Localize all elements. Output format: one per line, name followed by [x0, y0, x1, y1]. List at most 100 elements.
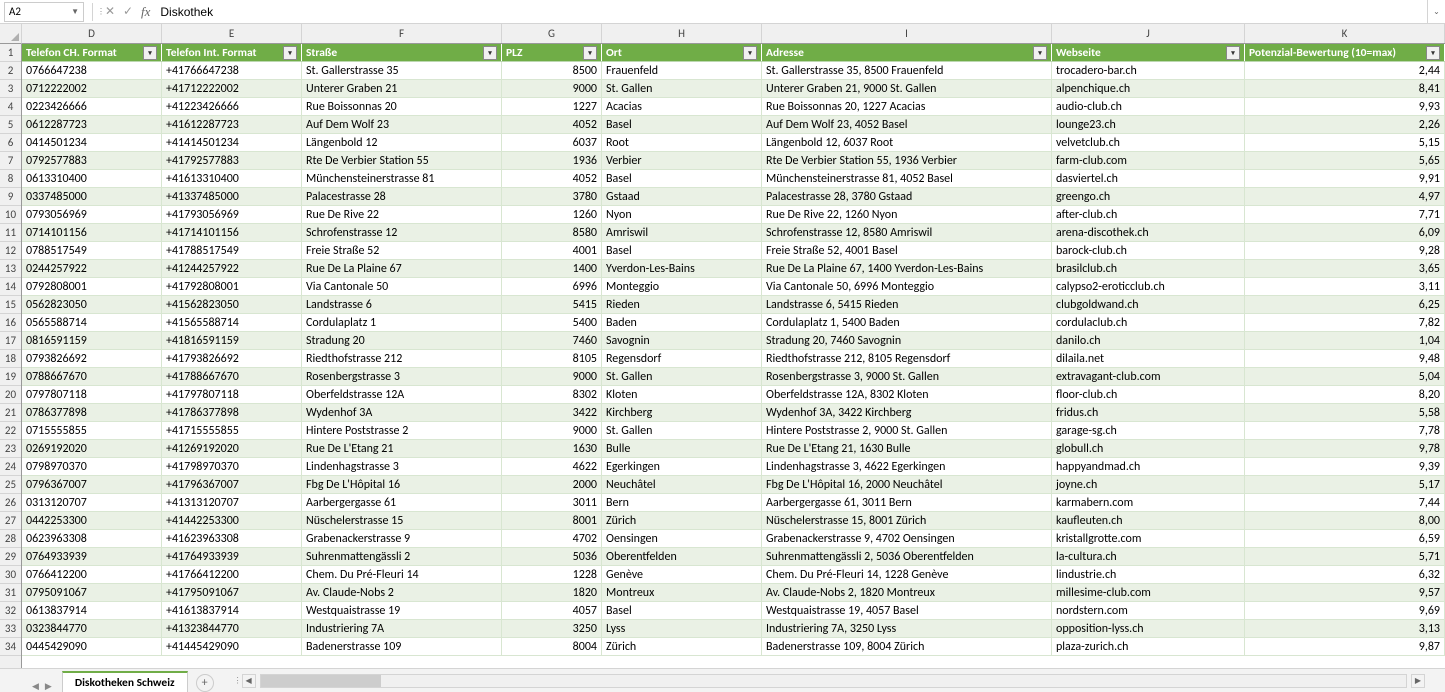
- cell[interactable]: St. Gallerstrasse 35, 8500 Frauenfeld: [762, 62, 1052, 79]
- filter-dropdown-icon[interactable]: ▾: [1426, 46, 1440, 60]
- cell[interactable]: garage-sg.ch: [1052, 422, 1245, 439]
- cell[interactable]: +41414501234: [162, 134, 302, 151]
- cell[interactable]: 9,57: [1245, 584, 1445, 601]
- cell[interactable]: Frauenfeld: [602, 62, 762, 79]
- cell[interactable]: 9,28: [1245, 242, 1445, 259]
- cell[interactable]: globull.ch: [1052, 440, 1245, 457]
- table-header-cell[interactable]: Webseite▾: [1052, 44, 1245, 61]
- cell[interactable]: 8,20: [1245, 386, 1445, 403]
- select-all-corner[interactable]: [0, 24, 22, 44]
- cell[interactable]: +41715555855: [162, 422, 302, 439]
- cell[interactable]: St. Gallen: [602, 80, 762, 97]
- cell[interactable]: 5,15: [1245, 134, 1445, 151]
- cell[interactable]: +41816591159: [162, 332, 302, 349]
- cell[interactable]: +41269192020: [162, 440, 302, 457]
- cell[interactable]: Industriering 7A, 3250 Lyss: [762, 620, 1052, 637]
- filter-dropdown-icon[interactable]: ▾: [283, 46, 297, 60]
- cell[interactable]: 0764933939: [22, 548, 162, 565]
- cell[interactable]: Oberfeldstrasse 12A, 8302 Kloten: [762, 386, 1052, 403]
- filter-dropdown-icon[interactable]: ▾: [1033, 46, 1047, 60]
- cell[interactable]: Rosenbergstrasse 3: [302, 368, 502, 385]
- cell[interactable]: trocadero-bar.ch: [1052, 62, 1245, 79]
- cell[interactable]: Kloten: [602, 386, 762, 403]
- cell[interactable]: Schrofenstrasse 12, 8580 Amriswil: [762, 224, 1052, 241]
- cell[interactable]: extravagant-club.com: [1052, 368, 1245, 385]
- cell[interactable]: 8,00: [1245, 512, 1445, 529]
- cell[interactable]: Freie Straße 52, 4001 Basel: [762, 242, 1052, 259]
- cell[interactable]: 1227: [502, 98, 602, 115]
- cell[interactable]: 0562823050: [22, 296, 162, 313]
- cell[interactable]: 0445429090: [22, 638, 162, 655]
- cell[interactable]: Rue De L'Etang 21: [302, 440, 502, 457]
- fx-icon[interactable]: fx: [141, 4, 150, 20]
- row-header[interactable]: 8: [0, 170, 21, 188]
- cell[interactable]: 0313120707: [22, 494, 162, 511]
- cell[interactable]: 1260: [502, 206, 602, 223]
- cell[interactable]: Westquaistrasse 19, 4057 Basel: [762, 602, 1052, 619]
- cell[interactable]: Riedthofstrasse 212, 8105 Regensdorf: [762, 350, 1052, 367]
- filter-dropdown-icon[interactable]: ▾: [483, 46, 497, 60]
- cell[interactable]: Chem. Du Pré-Fleuri 14, 1228 Genève: [762, 566, 1052, 583]
- name-box[interactable]: A2 ▼: [4, 2, 84, 22]
- cell[interactable]: 0796367007: [22, 476, 162, 493]
- cell[interactable]: +41565588714: [162, 314, 302, 331]
- cell[interactable]: +41714101156: [162, 224, 302, 241]
- cell[interactable]: Rue De Rive 22: [302, 206, 502, 223]
- cell[interactable]: 1,04: [1245, 332, 1445, 349]
- cell[interactable]: +41798970370: [162, 458, 302, 475]
- cell[interactable]: Auf Dem Wolf 23, 4052 Basel: [762, 116, 1052, 133]
- cell[interactable]: Nyon: [602, 206, 762, 223]
- column-header[interactable]: K: [1245, 24, 1445, 43]
- cell[interactable]: +41797807118: [162, 386, 302, 403]
- cell[interactable]: nordstern.com: [1052, 602, 1245, 619]
- cell[interactable]: 4001: [502, 242, 602, 259]
- cell[interactable]: +41223426666: [162, 98, 302, 115]
- cell[interactable]: dilaila.net: [1052, 350, 1245, 367]
- row-header[interactable]: 16: [0, 314, 21, 332]
- cell[interactable]: Nüschelerstrasse 15, 8001 Zürich: [762, 512, 1052, 529]
- row-header[interactable]: 33: [0, 620, 21, 638]
- cell[interactable]: opposition-lyss.ch: [1052, 620, 1245, 637]
- cell[interactable]: +41795091067: [162, 584, 302, 601]
- cell[interactable]: dasviertel.ch: [1052, 170, 1245, 187]
- cell[interactable]: 0792577883: [22, 152, 162, 169]
- cell[interactable]: Gstaad: [602, 188, 762, 205]
- filter-dropdown-icon[interactable]: ▾: [143, 46, 157, 60]
- cell[interactable]: karmabern.com: [1052, 494, 1245, 511]
- column-header[interactable]: I: [762, 24, 1052, 43]
- cell[interactable]: 3,13: [1245, 620, 1445, 637]
- filter-dropdown-icon[interactable]: ▾: [743, 46, 757, 60]
- row-header[interactable]: 7: [0, 152, 21, 170]
- cell[interactable]: 9000: [502, 422, 602, 439]
- cell[interactable]: Münchensteinerstrasse 81: [302, 170, 502, 187]
- cell[interactable]: 0797807118: [22, 386, 162, 403]
- scroll-left-icon[interactable]: ◀: [242, 674, 256, 688]
- cell[interactable]: Fbg De L'Hôpital 16: [302, 476, 502, 493]
- cell[interactable]: 5,65: [1245, 152, 1445, 169]
- row-header[interactable]: 26: [0, 494, 21, 512]
- cell[interactable]: Rue Boissonnas 20, 1227 Acacias: [762, 98, 1052, 115]
- cell[interactable]: Palacestrasse 28, 3780 Gstaad: [762, 188, 1052, 205]
- cell[interactable]: Längenbold 12, 6037 Root: [762, 134, 1052, 151]
- cell[interactable]: 2,44: [1245, 62, 1445, 79]
- cell[interactable]: Neuchâtel: [602, 476, 762, 493]
- cell[interactable]: 0442253300: [22, 512, 162, 529]
- column-header[interactable]: H: [602, 24, 762, 43]
- row-header[interactable]: 11: [0, 224, 21, 242]
- cell[interactable]: Chem. Du Pré-Fleuri 14: [302, 566, 502, 583]
- cell[interactable]: 8004: [502, 638, 602, 655]
- cell[interactable]: 0244257922: [22, 260, 162, 277]
- cell[interactable]: 0816591159: [22, 332, 162, 349]
- cell[interactable]: +41788667670: [162, 368, 302, 385]
- cell[interactable]: +41712222002: [162, 80, 302, 97]
- cell[interactable]: 9000: [502, 80, 602, 97]
- cell[interactable]: Oberfeldstrasse 12A: [302, 386, 502, 403]
- cell[interactable]: 6037: [502, 134, 602, 151]
- cell[interactable]: 4702: [502, 530, 602, 547]
- cell[interactable]: 4052: [502, 116, 602, 133]
- cell[interactable]: Zürich: [602, 638, 762, 655]
- cell[interactable]: 7460: [502, 332, 602, 349]
- cell[interactable]: +41792577883: [162, 152, 302, 169]
- cell[interactable]: 8500: [502, 62, 602, 79]
- cell[interactable]: fridus.ch: [1052, 404, 1245, 421]
